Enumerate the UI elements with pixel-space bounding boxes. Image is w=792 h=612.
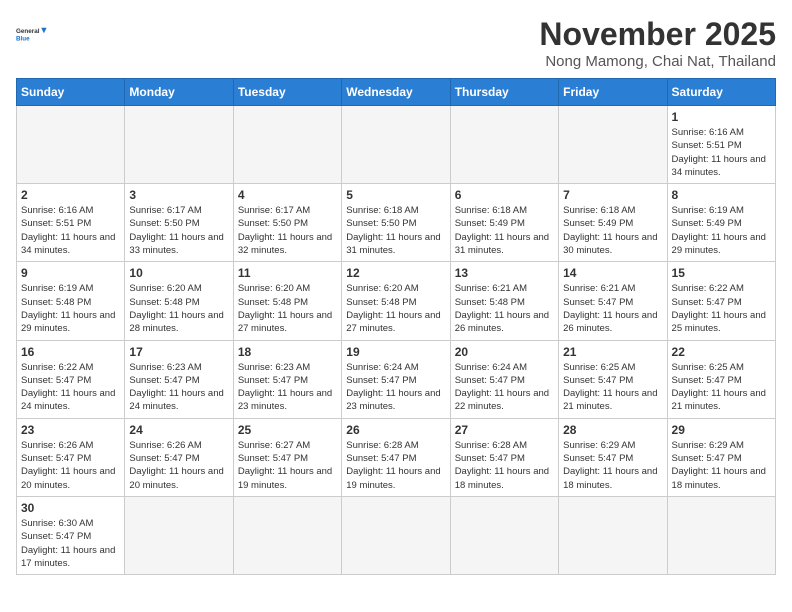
week-row-3: 9 Sunrise: 6:19 AM Sunset: 5:48 PM Dayli… xyxy=(17,262,776,340)
header-sunday: Sunday xyxy=(17,79,125,106)
month-title: November 2025 xyxy=(539,16,776,53)
day-24: 24 Sunrise: 6:26 AM Sunset: 5:47 PM Dayl… xyxy=(125,418,233,496)
day-8: 8 Sunrise: 6:19 AM Sunset: 5:49 PM Dayli… xyxy=(667,184,775,262)
header-wednesday: Wednesday xyxy=(342,79,450,106)
day-5: 5 Sunrise: 6:18 AM Sunset: 5:50 PM Dayli… xyxy=(342,184,450,262)
week-row-2: 2 Sunrise: 6:16 AM Sunset: 5:51 PM Dayli… xyxy=(17,184,776,262)
sunrise-val: 6:16 AM xyxy=(709,127,744,138)
day-1: 1 Sunrise: 6:16 AM Sunset: 5:51 PM Dayli… xyxy=(667,106,775,184)
empty-cell xyxy=(342,496,450,574)
day-13: 13 Sunrise: 6:21 AM Sunset: 5:48 PM Dayl… xyxy=(450,262,558,340)
sunset-label: Sunset: xyxy=(672,140,704,151)
day-6: 6 Sunrise: 6:18 AM Sunset: 5:49 PM Dayli… xyxy=(450,184,558,262)
sunset-val: 5:51 PM xyxy=(706,140,741,151)
day-9: 9 Sunrise: 6:19 AM Sunset: 5:48 PM Dayli… xyxy=(17,262,125,340)
day-14: 14 Sunrise: 6:21 AM Sunset: 5:47 PM Dayl… xyxy=(559,262,667,340)
day-16: 16 Sunrise: 6:22 AM Sunset: 5:47 PM Dayl… xyxy=(17,340,125,418)
empty-cell xyxy=(342,106,450,184)
day-7: 7 Sunrise: 6:18 AM Sunset: 5:49 PM Dayli… xyxy=(559,184,667,262)
day-4: 4 Sunrise: 6:17 AM Sunset: 5:50 PM Dayli… xyxy=(233,184,341,262)
calendar-table: Sunday Monday Tuesday Wednesday Thursday… xyxy=(16,78,776,575)
empty-cell xyxy=(125,106,233,184)
day-23: 23 Sunrise: 6:26 AM Sunset: 5:47 PM Dayl… xyxy=(17,418,125,496)
logo: GeneralBlue xyxy=(16,16,52,50)
day-27: 27 Sunrise: 6:28 AM Sunset: 5:47 PM Dayl… xyxy=(450,418,558,496)
title-area: November 2025 Nong Mamong, Chai Nat, Tha… xyxy=(539,16,776,70)
weekday-header-row: Sunday Monday Tuesday Wednesday Thursday… xyxy=(17,79,776,106)
day-25: 25 Sunrise: 6:27 AM Sunset: 5:47 PM Dayl… xyxy=(233,418,341,496)
header-saturday: Saturday xyxy=(667,79,775,106)
svg-text:Blue: Blue xyxy=(16,35,30,42)
day-17: 17 Sunrise: 6:23 AM Sunset: 5:47 PM Dayl… xyxy=(125,340,233,418)
day-28: 28 Sunrise: 6:29 AM Sunset: 5:47 PM Dayl… xyxy=(559,418,667,496)
week-row-6: 30 Sunrise: 6:30 AM Sunset: 5:47 PM Dayl… xyxy=(17,496,776,574)
day-19: 19 Sunrise: 6:24 AM Sunset: 5:47 PM Dayl… xyxy=(342,340,450,418)
day-12: 12 Sunrise: 6:20 AM Sunset: 5:48 PM Dayl… xyxy=(342,262,450,340)
daylight-label: Daylight: xyxy=(672,154,709,165)
empty-cell xyxy=(233,106,341,184)
day-26: 26 Sunrise: 6:28 AM Sunset: 5:47 PM Dayl… xyxy=(342,418,450,496)
day-15: 15 Sunrise: 6:22 AM Sunset: 5:47 PM Dayl… xyxy=(667,262,775,340)
empty-cell xyxy=(559,496,667,574)
empty-cell xyxy=(233,496,341,574)
empty-cell xyxy=(450,496,558,574)
week-row-4: 16 Sunrise: 6:22 AM Sunset: 5:47 PM Dayl… xyxy=(17,340,776,418)
empty-cell xyxy=(17,106,125,184)
day-22: 22 Sunrise: 6:25 AM Sunset: 5:47 PM Dayl… xyxy=(667,340,775,418)
day-29: 29 Sunrise: 6:29 AM Sunset: 5:47 PM Dayl… xyxy=(667,418,775,496)
empty-cell xyxy=(559,106,667,184)
header-friday: Friday xyxy=(559,79,667,106)
header-tuesday: Tuesday xyxy=(233,79,341,106)
week-row-1: 1 Sunrise: 6:16 AM Sunset: 5:51 PM Dayli… xyxy=(17,106,776,184)
day-11: 11 Sunrise: 6:20 AM Sunset: 5:48 PM Dayl… xyxy=(233,262,341,340)
day-18: 18 Sunrise: 6:23 AM Sunset: 5:47 PM Dayl… xyxy=(233,340,341,418)
location-title: Nong Mamong, Chai Nat, Thailand xyxy=(539,53,776,70)
day-20: 20 Sunrise: 6:24 AM Sunset: 5:47 PM Dayl… xyxy=(450,340,558,418)
day-21: 21 Sunrise: 6:25 AM Sunset: 5:47 PM Dayl… xyxy=(559,340,667,418)
day-3: 3 Sunrise: 6:17 AM Sunset: 5:50 PM Dayli… xyxy=(125,184,233,262)
sunrise-label: Sunrise: xyxy=(672,127,707,138)
header-monday: Monday xyxy=(125,79,233,106)
day-30: 30 Sunrise: 6:30 AM Sunset: 5:47 PM Dayl… xyxy=(17,496,125,574)
empty-cell xyxy=(667,496,775,574)
empty-cell xyxy=(450,106,558,184)
day-2: 2 Sunrise: 6:16 AM Sunset: 5:51 PM Dayli… xyxy=(17,184,125,262)
svg-text:General: General xyxy=(16,28,40,35)
week-row-5: 23 Sunrise: 6:26 AM Sunset: 5:47 PM Dayl… xyxy=(17,418,776,496)
empty-cell xyxy=(125,496,233,574)
day-10: 10 Sunrise: 6:20 AM Sunset: 5:48 PM Dayl… xyxy=(125,262,233,340)
page-header: GeneralBlue November 2025 Nong Mamong, C… xyxy=(16,16,776,70)
header-thursday: Thursday xyxy=(450,79,558,106)
